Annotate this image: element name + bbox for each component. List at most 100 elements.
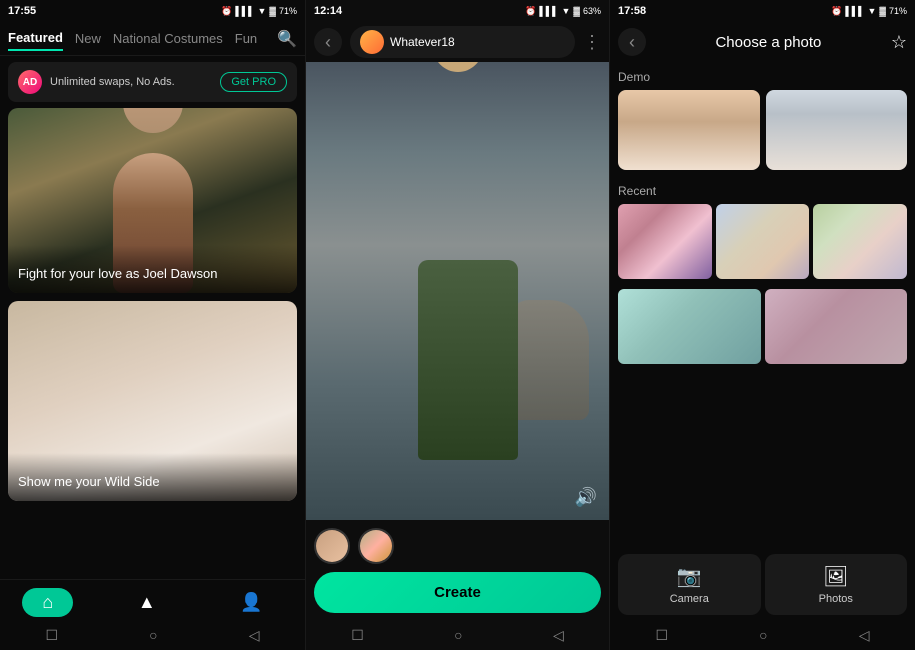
- recent-photo-5[interactable]: [765, 289, 908, 364]
- camera-button[interactable]: 📷 Camera: [618, 554, 761, 615]
- user-avatar: [360, 30, 384, 54]
- status-bar-1: 17:55 ⏰ ▌▌▌ ▼ ▓ 71%: [0, 0, 305, 22]
- card-label-1: Fight for your love as Joel Dawson: [18, 266, 217, 281]
- panel3-title: Choose a photo: [654, 34, 883, 51]
- system-nav-1: ☐ ○ ◁: [0, 621, 305, 650]
- wifi-icon: ▼: [258, 6, 267, 16]
- recent-photo-4[interactable]: [618, 289, 761, 364]
- nav-home[interactable]: ⌂: [22, 588, 73, 617]
- recent-photo-1[interactable]: [618, 204, 712, 279]
- sound-icon[interactable]: 🔊: [575, 487, 597, 508]
- create-button[interactable]: Create: [314, 572, 601, 613]
- panel-video: 12:14 ⏰ ▌▌▌ ▼ ▓ 63% ‹ Whatever18 ⋮ 🔊: [305, 0, 610, 650]
- more-options-icon[interactable]: ⋮: [583, 32, 601, 53]
- recent-grid-2: [618, 289, 907, 364]
- card-joel[interactable]: Fight for your love as Joel Dawson: [8, 108, 297, 293]
- photos-area: Demo Recent: [610, 62, 915, 548]
- panel-featured: 17:55 ⏰ ▌▌▌ ▼ ▓ 71% Featured New Nationa…: [0, 0, 305, 650]
- signal-icon: ▌▌▌: [235, 6, 254, 16]
- user-name: Whatever18: [390, 35, 455, 49]
- tab-featured[interactable]: Featured: [8, 26, 63, 51]
- time-3: 17:58: [618, 5, 646, 17]
- home-icon: ⌂: [42, 592, 53, 613]
- face-chip-img-2: [360, 530, 392, 562]
- wifi-icon-2: ▼: [562, 6, 571, 16]
- sys-back-3[interactable]: ◁: [859, 627, 870, 644]
- demo-photo-2[interactable]: [766, 90, 908, 170]
- bottom-nav: ⌂ ▲ 👤: [0, 579, 305, 621]
- battery-icon-3: ▓: [879, 6, 886, 16]
- face-chip-1[interactable]: [314, 528, 350, 564]
- system-nav-3: ☐ ○ ◁: [610, 621, 915, 650]
- tab-fun[interactable]: Fun: [235, 27, 257, 50]
- video-figure-head: [433, 62, 483, 72]
- card-label-2: Show me your Wild Side: [18, 474, 160, 489]
- photos-icon: 🖼: [823, 564, 848, 589]
- battery-icon: ▓: [269, 6, 276, 16]
- system-nav-2: ☐ ○ ◁: [306, 621, 609, 650]
- back-button-3[interactable]: ‹: [618, 28, 646, 56]
- demo-face-img-2: [766, 90, 908, 170]
- sys-square-1[interactable]: ☐: [46, 627, 59, 644]
- upload-icon: ▲: [138, 592, 156, 613]
- video-area[interactable]: 🔊: [306, 62, 609, 520]
- back-button-2[interactable]: ‹: [314, 28, 342, 56]
- cards-area: Fight for your love as Joel Dawson Show …: [0, 108, 305, 579]
- photos-button[interactable]: 🖼 Photos: [765, 554, 908, 615]
- recent-photo-3[interactable]: [813, 204, 907, 279]
- card-figure-head: [123, 108, 183, 133]
- tab-national-costumes[interactable]: National Costumes: [113, 27, 223, 50]
- photos-label: Photos: [819, 593, 853, 605]
- face-chip-2[interactable]: [358, 528, 394, 564]
- tab-new[interactable]: New: [75, 27, 101, 50]
- video-bottom: Create: [306, 520, 609, 621]
- sys-square-3[interactable]: ☐: [656, 627, 669, 644]
- sys-back-2[interactable]: ◁: [553, 627, 564, 644]
- alarm-icon: ⏰: [221, 6, 232, 17]
- battery-icon-2: ▓: [573, 6, 580, 16]
- alarm-icon-3: ⏰: [831, 6, 842, 17]
- demo-section-label: Demo: [618, 70, 907, 84]
- status-icons-1: ⏰ ▌▌▌ ▼ ▓ 71%: [221, 6, 297, 17]
- battery-pct-2: 63%: [583, 6, 601, 16]
- card-overlay-1: Fight for your love as Joel Dawson: [8, 245, 297, 293]
- promo-text: Unlimited swaps, No Ads.: [50, 76, 212, 88]
- panel3-header: ‹ Choose a photo ☆: [610, 22, 915, 62]
- demo-photo-1[interactable]: [618, 90, 760, 170]
- panel2-header: ‹ Whatever18 ⋮: [306, 22, 609, 62]
- time-2: 12:14: [314, 5, 342, 17]
- face-chip-img-1: [316, 530, 348, 562]
- promo-bar: AD Unlimited swaps, No Ads. Get PRO: [8, 62, 297, 102]
- status-icons-3: ⏰ ▌▌▌ ▼ ▓ 71%: [831, 6, 907, 17]
- card-overlay-2: Show me your Wild Side: [8, 453, 297, 501]
- sys-back-1[interactable]: ◁: [249, 627, 260, 644]
- favorite-icon[interactable]: ☆: [891, 32, 907, 53]
- camera-icon: 📷: [677, 564, 702, 589]
- demo-face-img-1: [618, 90, 760, 170]
- horse-shape: [509, 300, 589, 420]
- face-strip: [314, 528, 601, 564]
- signal-icon-3: ▌▌▌: [845, 6, 864, 16]
- recent-photo-2[interactable]: [716, 204, 810, 279]
- panel-choose-photo: 17:58 ⏰ ▌▌▌ ▼ ▓ 71% ‹ Choose a photo ☆ D…: [610, 0, 915, 650]
- status-bar-3: 17:58 ⏰ ▌▌▌ ▼ ▓ 71%: [610, 0, 915, 22]
- wifi-icon-3: ▼: [868, 6, 877, 16]
- time-1: 17:55: [8, 5, 36, 17]
- get-pro-button[interactable]: Get PRO: [220, 72, 287, 92]
- search-icon[interactable]: 🔍: [277, 29, 297, 49]
- user-pill[interactable]: Whatever18: [350, 26, 575, 58]
- panel3-bottom: 📷 Camera 🖼 Photos: [610, 548, 915, 621]
- sys-square-2[interactable]: ☐: [351, 627, 364, 644]
- promo-avatar: AD: [18, 70, 42, 94]
- nav-profile[interactable]: 👤: [220, 588, 282, 617]
- status-icons-2: ⏰ ▌▌▌ ▼ ▓ 63%: [525, 6, 601, 17]
- signal-icon-2: ▌▌▌: [539, 6, 558, 16]
- sys-circle-2[interactable]: ○: [454, 627, 462, 644]
- demo-row: [618, 90, 907, 170]
- nav-upload[interactable]: ▲: [118, 588, 176, 617]
- card-wildside[interactable]: Show me your Wild Side: [8, 301, 297, 501]
- sys-circle-1[interactable]: ○: [149, 627, 157, 644]
- status-bar-2: 12:14 ⏰ ▌▌▌ ▼ ▓ 63%: [306, 0, 609, 22]
- sys-circle-3[interactable]: ○: [759, 627, 767, 644]
- recent-grid: [618, 204, 907, 279]
